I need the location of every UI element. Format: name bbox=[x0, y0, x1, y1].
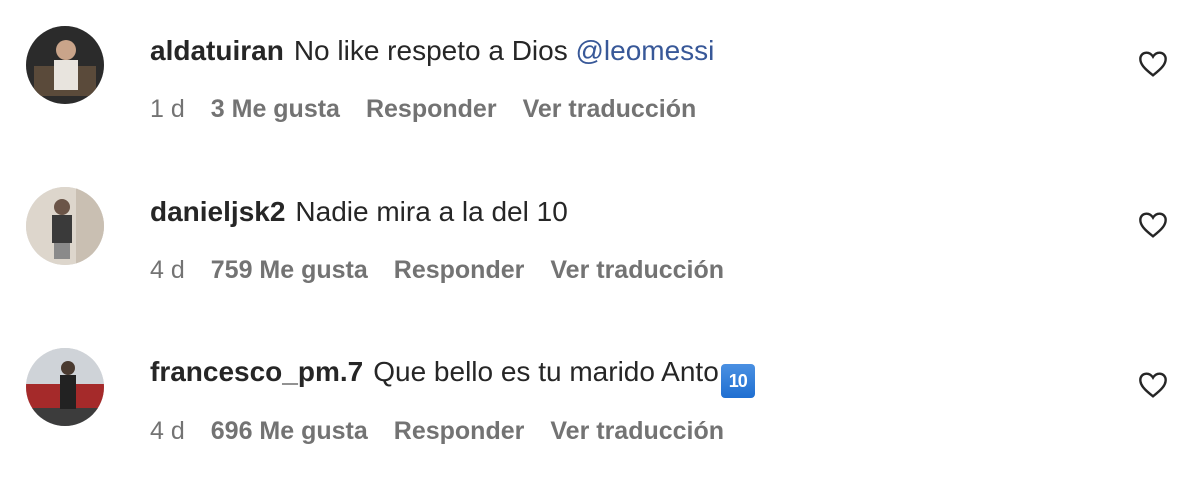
comment-meta: 1 d 3 Me gusta Responder Ver traducción bbox=[150, 93, 722, 125]
comment-time: 1 d bbox=[150, 95, 185, 123]
reply-button[interactable]: Responder bbox=[394, 256, 525, 284]
comment-text: aldatuiran No like respeto a Dios @leomes… bbox=[150, 33, 714, 69]
comment-item: danieljsk2 Nadie mira a la del 10 4 d 759 … bbox=[0, 160, 1200, 290]
comment-body: Nadie mira a la del 10 bbox=[295, 196, 568, 227]
comment-meta: 4 d 759 Me gusta Responder Ver traducción bbox=[150, 254, 750, 286]
heart-icon[interactable] bbox=[1137, 369, 1169, 401]
avatar[interactable] bbox=[26, 26, 104, 104]
likes-count[interactable]: 696 Me gusta bbox=[211, 417, 368, 445]
translate-button[interactable]: Ver traducción bbox=[550, 417, 724, 445]
comment-mention[interactable]: @leomessi bbox=[576, 35, 715, 66]
heart-icon[interactable] bbox=[1137, 209, 1169, 241]
comment-item: francesco_pm.7 Que bello es tu marido Ant… bbox=[0, 322, 1200, 452]
likes-count[interactable]: 3 Me gusta bbox=[211, 95, 340, 123]
likes-count[interactable]: 759 Me gusta bbox=[211, 256, 368, 284]
avatar[interactable] bbox=[26, 348, 104, 426]
comment-meta: 4 d 696 Me gusta Responder Ver traducción bbox=[150, 415, 750, 447]
comment-item: aldatuiran No like respeto a Dios @leomes… bbox=[0, 0, 1200, 130]
comment-body: No like respeto a Dios bbox=[293, 35, 568, 66]
reply-button[interactable]: Responder bbox=[394, 417, 525, 445]
comment-username[interactable]: aldatuiran bbox=[150, 35, 284, 66]
comment-body: Que bello es tu marido Anto bbox=[373, 356, 719, 387]
reply-button[interactable]: Responder bbox=[366, 95, 497, 123]
comment-username[interactable]: danieljsk2 bbox=[150, 196, 285, 227]
comment-time: 4 d bbox=[150, 256, 185, 284]
comment-text: danieljsk2 Nadie mira a la del 10 bbox=[150, 194, 568, 230]
translate-button[interactable]: Ver traducción bbox=[550, 256, 724, 284]
keycap-10-emoji: 10 bbox=[720, 364, 755, 398]
comment-time: 4 d bbox=[150, 417, 185, 445]
heart-icon[interactable] bbox=[1137, 48, 1169, 80]
avatar[interactable] bbox=[26, 187, 104, 265]
comment-username[interactable]: francesco_pm.7 bbox=[150, 356, 363, 387]
translate-button[interactable]: Ver traducción bbox=[523, 95, 697, 123]
comment-text: francesco_pm.7 Que bello es tu marido Ant… bbox=[150, 354, 755, 398]
